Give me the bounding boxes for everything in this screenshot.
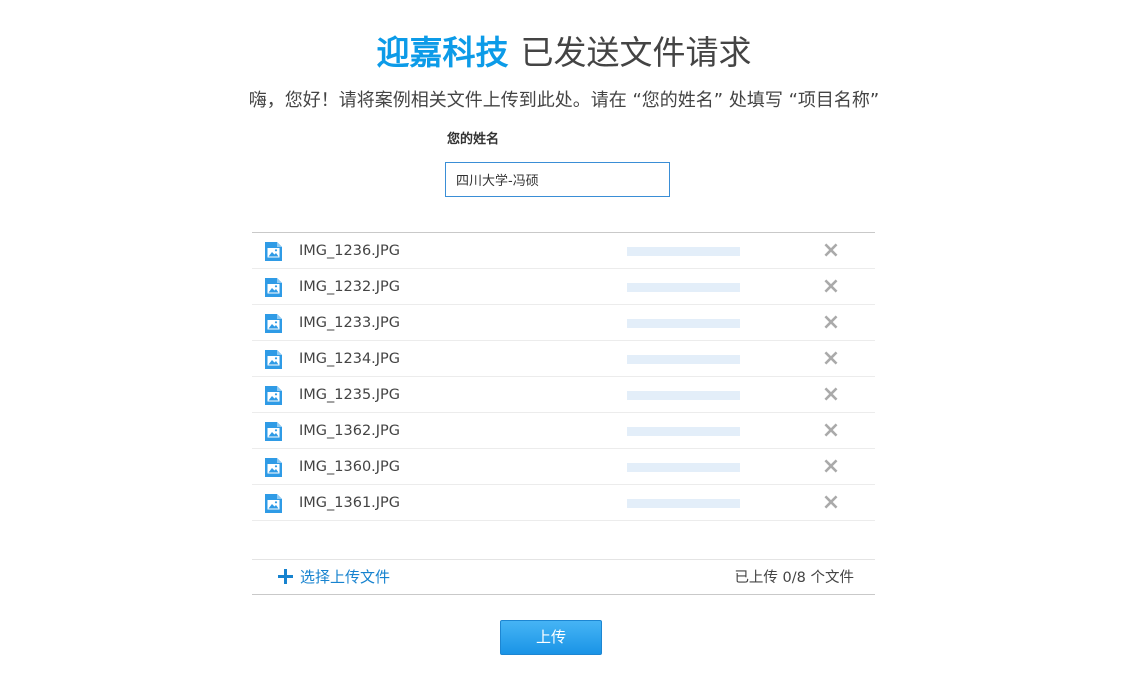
image-file-icon xyxy=(264,458,283,477)
file-name: IMG_1361.JPG xyxy=(299,495,401,511)
image-file-icon xyxy=(264,386,283,405)
file-row: IMG_1234.JPG × xyxy=(252,341,875,377)
close-icon[interactable]: × xyxy=(820,456,842,478)
upload-progress-bar xyxy=(627,247,740,256)
close-icon[interactable]: × xyxy=(820,420,842,442)
file-list: IMG_1236.JPG × IMG_1232.JPG × IMG_1233.JPG × I… xyxy=(252,232,875,521)
file-row: IMG_1362.JPG × xyxy=(252,413,875,449)
image-file-icon xyxy=(264,350,283,369)
file-name: IMG_1236.JPG xyxy=(299,243,401,259)
upload-progress-bar xyxy=(627,355,740,364)
close-icon[interactable]: × xyxy=(820,276,842,298)
file-row: IMG_1233.JPG × xyxy=(252,305,875,341)
file-name: IMG_1360.JPG xyxy=(299,459,401,475)
close-icon[interactable]: × xyxy=(820,240,842,262)
image-file-icon xyxy=(264,314,283,333)
title-text: 已发送文件请求 xyxy=(520,33,752,72)
upload-progress-bar xyxy=(627,391,740,400)
select-files-label: 选择上传文件 xyxy=(300,568,391,586)
file-row: IMG_1360.JPG × xyxy=(252,449,875,485)
upload-footer: 选择上传文件 已上传 0/8 个文件 xyxy=(252,559,875,595)
upload-progress-bar xyxy=(627,463,740,472)
close-icon[interactable]: × xyxy=(820,312,842,334)
file-name: IMG_1235.JPG xyxy=(299,387,401,403)
instructions-text: 嗨，您好！请将案例相关文件上传到此处。请在 “您的姓名” 处填写 “项目名称” xyxy=(248,90,880,111)
file-name: IMG_1233.JPG xyxy=(299,315,401,331)
select-files-button[interactable]: 选择上传文件 xyxy=(278,566,390,588)
page-title: 迎嘉科技 已发送文件请求 xyxy=(0,30,1128,76)
close-icon[interactable]: × xyxy=(820,384,842,406)
file-row: IMG_1236.JPG × xyxy=(252,233,875,269)
upload-progress-bar xyxy=(627,283,740,292)
upload-button[interactable]: 上传 xyxy=(500,620,602,655)
file-name: IMG_1234.JPG xyxy=(299,351,401,367)
upload-progress-bar xyxy=(627,499,740,508)
file-row: IMG_1361.JPG × xyxy=(252,485,875,521)
name-input[interactable] xyxy=(445,162,670,197)
file-name: IMG_1362.JPG xyxy=(299,423,401,439)
plus-icon xyxy=(278,569,293,584)
close-icon[interactable]: × xyxy=(820,492,842,514)
file-name: IMG_1232.JPG xyxy=(299,279,401,295)
upload-progress-bar xyxy=(627,427,740,436)
file-row: IMG_1232.JPG × xyxy=(252,269,875,305)
brand-name: 迎嘉科技 xyxy=(376,33,509,72)
file-row: IMG_1235.JPG × xyxy=(252,377,875,413)
name-field-label: 您的姓名 xyxy=(447,132,500,147)
image-file-icon xyxy=(264,494,283,513)
close-icon[interactable]: × xyxy=(820,348,842,370)
upload-status: 已上传 0/8 个文件 xyxy=(734,570,854,586)
image-file-icon xyxy=(264,278,283,297)
image-file-icon xyxy=(264,422,283,441)
image-file-icon xyxy=(264,242,283,261)
upload-progress-bar xyxy=(627,319,740,328)
